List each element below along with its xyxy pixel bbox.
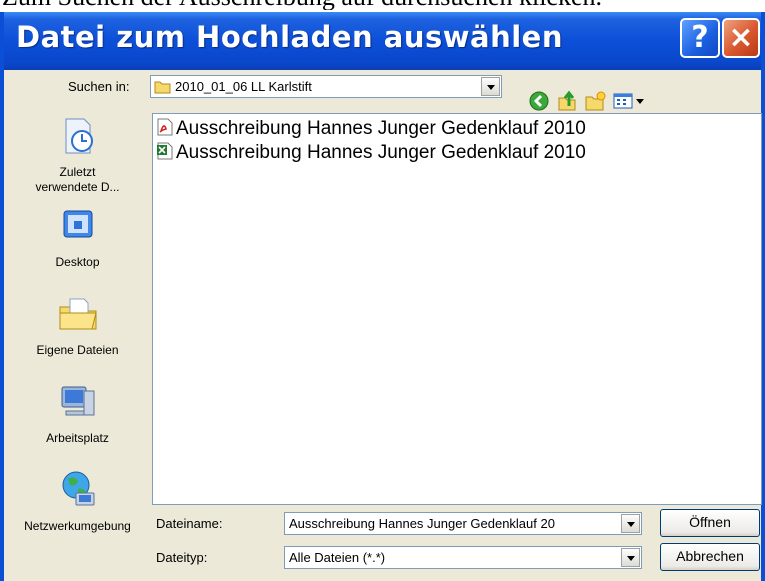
dialog-title: Datei zum Hochladen auswählen (16, 20, 563, 54)
filename-input[interactable]: Ausschreibung Hannes Junger Gedenklauf 2… (284, 512, 642, 535)
close-button[interactable]: × (722, 18, 760, 58)
view-menu-icon[interactable] (612, 90, 646, 112)
close-icon: × (728, 20, 754, 55)
place-my-documents-label: Eigene Dateien (36, 343, 119, 357)
place-network[interactable]: Netzwerkumgebung (6, 467, 149, 534)
cancel-button[interactable]: Abbrechen (660, 543, 760, 571)
desktop-icon (63, 210, 92, 238)
open-button[interactable]: Öffnen (660, 509, 760, 537)
file-list[interactable]: Ausschreibung Hannes Junger Gedenklauf 2… (152, 113, 762, 505)
place-my-documents[interactable]: Eigene Dateien (6, 291, 149, 358)
file-item-pdf[interactable]: Ausschreibung Hannes Junger Gedenklauf 2… (156, 118, 586, 140)
recent-documents-icon (65, 118, 93, 154)
filename-value: Ausschreibung Hannes Junger Gedenklauf 2… (289, 516, 555, 531)
place-recent-label: Zuletzt verwendete D... (35, 165, 120, 194)
filename-label: Dateiname: (156, 516, 223, 531)
place-my-computer-label: Arbeitsplatz (46, 431, 109, 445)
filename-dropdown-arrow[interactable] (621, 514, 640, 533)
file-item-excel[interactable]: Ausschreibung Hannes Junger Gedenklauf 2… (156, 142, 586, 164)
file-name: Ausschreibung Hannes Junger Gedenklauf 2… (176, 142, 586, 163)
look-in-label: Suchen in: (68, 79, 130, 94)
back-icon[interactable] (528, 90, 550, 112)
place-desktop-label: Desktop (55, 255, 100, 269)
filetype-value: Alle Dateien (*.*) (289, 550, 386, 565)
up-folder-icon[interactable] (556, 90, 578, 112)
place-network-label: Netzwerkumgebung (24, 519, 131, 533)
look-in-dropdown-arrow[interactable] (481, 77, 500, 96)
my-computer-icon (61, 386, 94, 416)
pdf-file-icon (157, 118, 173, 136)
place-desktop[interactable]: Desktop (6, 203, 149, 270)
file-name: Ausschreibung Hannes Junger Gedenklauf 2… (176, 118, 586, 139)
filetype-label: Dateityp: (156, 550, 208, 565)
place-my-computer[interactable]: Arbeitsplatz (6, 379, 149, 446)
title-bar[interactable]: Datei zum Hochladen auswählen ? × (4, 12, 761, 70)
filetype-select[interactable]: Alle Dateien (*.*) (284, 546, 642, 569)
help-button[interactable]: ? (680, 18, 720, 58)
place-recent[interactable]: Zuletzt verwendete D... (6, 113, 149, 195)
look-in-dropdown[interactable]: 2010_01_06 LL Karlstift (150, 75, 502, 98)
excel-file-icon (157, 142, 173, 160)
file-open-dialog: Datei zum Hochladen auswählen ? × Suchen… (0, 12, 765, 581)
my-documents-icon (59, 298, 97, 330)
new-folder-icon[interactable] (584, 90, 606, 112)
help-icon: ? (691, 20, 709, 55)
instruction-caption: Zum Suchen der Ausschreibung auf durchsu… (0, 0, 765, 10)
look-in-value: 2010_01_06 LL Karlstift (175, 79, 312, 94)
filetype-dropdown-arrow[interactable] (621, 548, 640, 567)
folder-icon (154, 81, 171, 94)
network-places-icon (62, 471, 94, 506)
